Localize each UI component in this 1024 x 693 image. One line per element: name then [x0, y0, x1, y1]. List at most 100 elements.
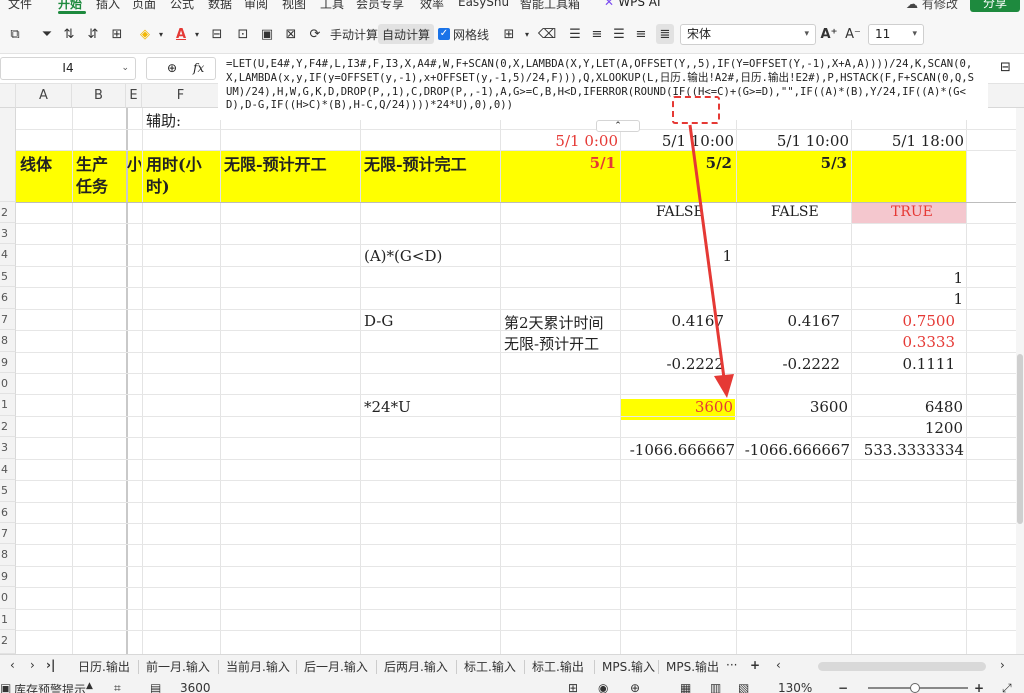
- cell-bool[interactable]: FALSE: [771, 204, 819, 220]
- header-hours-partial[interactable]: 小: [127, 154, 141, 176]
- cell-bool[interactable]: FALSE: [656, 204, 704, 220]
- chevron-left-icon[interactable]: ‹: [10, 658, 15, 672]
- cell-start-label[interactable]: 无限-预计开工: [504, 333, 599, 354]
- zoom-slider-knob[interactable]: [910, 683, 920, 693]
- font-decrease-icon[interactable]: A⁻: [844, 24, 862, 44]
- wrap-icon[interactable]: ⊡: [234, 24, 252, 44]
- sheet-tab[interactable]: 前一月.输入: [144, 658, 212, 676]
- macro-icon[interactable]: ⌗: [114, 681, 121, 693]
- column-header-b[interactable]: B: [72, 84, 126, 108]
- sheet-tab[interactable]: 后两月.输入: [382, 658, 450, 676]
- row-header[interactable]: 2: [0, 630, 16, 654]
- menu-member[interactable]: 会员专享: [356, 0, 404, 12]
- header-finish[interactable]: 无限-预计完工: [364, 154, 467, 176]
- chevron-up-icon[interactable]: ▲: [86, 681, 93, 691]
- name-box[interactable]: I4 ⌄: [0, 57, 136, 80]
- align-middle-icon[interactable]: ≣: [656, 24, 674, 44]
- column-header-a[interactable]: A: [16, 84, 72, 108]
- chevron-right-icon[interactable]: ›: [30, 658, 35, 672]
- page-break-icon[interactable]: ▧: [738, 681, 749, 693]
- copy-icon[interactable]: ⧉: [6, 24, 24, 44]
- row-header[interactable]: 3: [0, 437, 16, 459]
- manual-calc-button[interactable]: 手动计算: [326, 24, 382, 44]
- chevron-down-icon[interactable]: ▾: [188, 24, 206, 44]
- filter-icon[interactable]: ⏷: [38, 24, 56, 44]
- stock-alert-icon[interactable]: ▣: [0, 681, 11, 693]
- stock-alert-label[interactable]: 库存预警提示: [14, 681, 86, 693]
- cell-value[interactable]: 0.7500: [851, 312, 956, 330]
- cell-value[interactable]: 0.3333: [851, 333, 956, 351]
- row-header[interactable]: 4: [0, 244, 16, 266]
- eye-icon[interactable]: ◉: [598, 681, 608, 693]
- border-icon[interactable]: ⊞: [108, 24, 126, 44]
- cell-selected-value[interactable]: 3600: [620, 398, 733, 416]
- cell-value[interactable]: 0.4167: [620, 312, 725, 330]
- cell-value[interactable]: 1200: [851, 419, 963, 437]
- cell-value[interactable]: 0.1111: [851, 355, 956, 373]
- recalc-icon[interactable]: ⟳: [306, 24, 324, 44]
- row-header[interactable]: 6: [0, 502, 16, 523]
- sheet-tab[interactable]: 后一月.输入: [302, 658, 370, 676]
- normal-view-icon[interactable]: ▦: [680, 681, 691, 693]
- gridlines-toggle[interactable]: ✓ 网格线: [434, 24, 493, 44]
- zoom-in-icon[interactable]: +: [974, 681, 984, 693]
- font-increase-icon[interactable]: A⁺: [820, 24, 838, 44]
- cell-value[interactable]: 3600: [736, 398, 848, 416]
- menu-file[interactable]: 文件: [8, 0, 32, 12]
- header-date[interactable]: 5/2: [620, 154, 732, 172]
- cell-value[interactable]: 1: [851, 290, 963, 308]
- header-date[interactable]: 5/1: [500, 154, 616, 172]
- menu-formulas[interactable]: 公式: [170, 0, 194, 12]
- sheet-tab[interactable]: 标工.输入: [462, 658, 518, 676]
- chevron-down-icon[interactable]: ▾: [152, 24, 170, 44]
- protect-icon[interactable]: ⊞: [568, 681, 578, 693]
- corner-cell[interactable]: [0, 84, 16, 108]
- merge-icon[interactable]: ⊟: [208, 24, 226, 44]
- sheet-tab[interactable]: 日历.输出: [76, 658, 132, 676]
- cell-time[interactable]: 5/1 0:00: [500, 132, 618, 150]
- menu-tools[interactable]: 工具: [320, 0, 344, 12]
- row-header[interactable]: 8: [0, 330, 16, 352]
- header-line[interactable]: 线体: [20, 154, 52, 176]
- sort-asc-icon[interactable]: ⇅: [60, 24, 78, 44]
- align-right-icon[interactable]: ≡: [632, 24, 650, 44]
- cell-value[interactable]: -1066.666667: [620, 441, 735, 459]
- row-header[interactable]: 9: [0, 352, 16, 373]
- header-date[interactable]: 5/3: [736, 154, 847, 172]
- chevron-right-icon[interactable]: ›: [1000, 658, 1005, 672]
- zoom-out-icon[interactable]: −: [838, 681, 848, 693]
- cell-value[interactable]: 1: [620, 247, 732, 265]
- cell-time[interactable]: 5/1 18:00: [851, 132, 964, 150]
- menu-data[interactable]: 数据: [208, 0, 232, 12]
- row-header[interactable]: 0: [0, 373, 16, 394]
- column-header-f[interactable]: F: [142, 84, 220, 108]
- clear-format-icon[interactable]: ⌫: [538, 24, 556, 44]
- cell-bool[interactable]: TRUE: [891, 204, 933, 220]
- row-header[interactable]: 5: [0, 266, 16, 287]
- row-header[interactable]: 2: [0, 202, 16, 223]
- row-header[interactable]: 9: [0, 566, 16, 587]
- font-name-select[interactable]: 宋体 ▾: [680, 24, 816, 45]
- row-header[interactable]: 1: [0, 609, 16, 630]
- align-center-icon[interactable]: ☰: [610, 24, 628, 44]
- cell-value[interactable]: -0.2222: [620, 355, 724, 373]
- more-sheets-icon[interactable]: ···: [726, 658, 737, 672]
- align-left-icon[interactable]: ☰: [566, 24, 584, 44]
- column-header-e[interactable]: E: [126, 84, 142, 108]
- font-size-select[interactable]: 11 ▾: [868, 24, 924, 45]
- cell-value[interactable]: 0.4167: [736, 312, 841, 330]
- fx-icon[interactable]: fx: [193, 61, 204, 75]
- last-sheet-icon[interactable]: ›|: [46, 658, 55, 672]
- zoom-icon[interactable]: ⊕: [167, 61, 177, 75]
- cell-expr-label[interactable]: (A)*(G<D): [364, 247, 442, 265]
- fullscreen-icon[interactable]: ⤢: [1002, 681, 1012, 693]
- align-justify-icon[interactable]: ≡: [588, 24, 606, 44]
- sheet-tab[interactable]: 标工.输出: [530, 658, 586, 676]
- formula-expand-icon[interactable]: ⊟: [1000, 60, 1011, 75]
- row-header[interactable]: 7: [0, 309, 16, 330]
- row-header[interactable]: 6: [0, 287, 16, 309]
- cell-value[interactable]: -0.2222: [736, 355, 840, 373]
- input-method-icon[interactable]: ⊕: [630, 681, 640, 693]
- spreadsheet-grid[interactable]: A B E F 2 3 4 5 6 7 8 9 0 1 2 3 4 5 6 7 …: [0, 84, 1024, 654]
- collapse-formula-button[interactable]: ⌃: [596, 120, 640, 132]
